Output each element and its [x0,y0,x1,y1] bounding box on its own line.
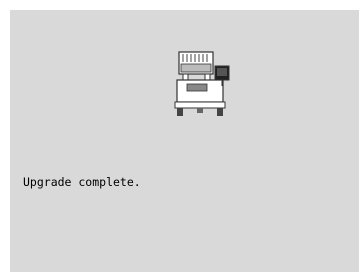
status-message: Upgrade complete. [23,175,141,189]
lcd-screen: Upgrade complete. [10,10,359,272]
embroidery-machine-icon [174,51,230,116]
